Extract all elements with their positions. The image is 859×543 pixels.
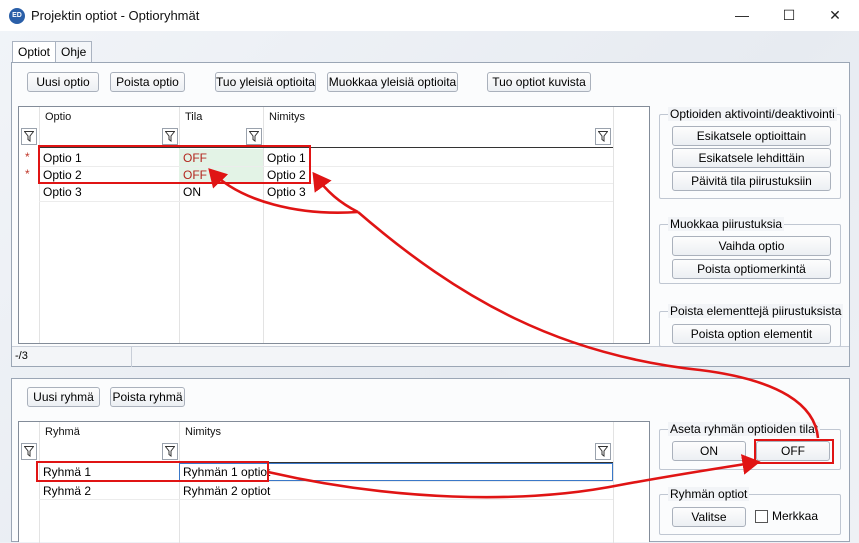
application-window: ED Projektin optiot - Optioryhmät — ☐ ✕ … (0, 0, 859, 543)
group-state-title: Aseta ryhmän optioiden tilat (668, 422, 821, 436)
delete-option-button[interactable]: Poista optio (110, 72, 185, 92)
edit-drawings-group-title: Muokkaa piirustuksia (668, 217, 785, 231)
options-grid: Optio Tila Nimitys * Optio 1 OFF Optio 1… (18, 106, 650, 344)
option-state-cell[interactable]: ON (183, 185, 201, 199)
modified-marker: * (25, 150, 30, 164)
annotation-highlight-group-row (36, 461, 269, 482)
title-bar: ED Projektin optiot - Optioryhmät — ☐ ✕ (0, 0, 859, 31)
filter-icon[interactable] (21, 128, 37, 145)
remove-option-elements-button[interactable]: Poista option elementit (672, 324, 831, 344)
modified-marker: * (25, 167, 30, 181)
mark-checkbox-label: Merkkaa (772, 509, 819, 523)
app-icon: ED (9, 8, 25, 24)
close-button[interactable]: ✕ (812, 0, 858, 31)
remove-elements-group-title: Poista elementtejä piirustuksista (668, 304, 844, 318)
import-common-options-button[interactable]: Tuo yleisiä optioita (215, 72, 316, 92)
minimize-button[interactable]: — (719, 0, 765, 31)
preview-by-option-button[interactable]: Esikatsele optioittain (672, 126, 831, 146)
delete-group-button[interactable]: Poista ryhmä (110, 387, 185, 407)
filter-icon[interactable] (595, 443, 611, 460)
filter-icon[interactable] (21, 443, 37, 460)
column-header-ryhma[interactable]: Ryhmä (45, 426, 80, 438)
update-state-to-drawings-button[interactable]: Päivitä tila piirustuksiin (672, 171, 831, 191)
group-name-cell[interactable]: Ryhmä 2 (43, 484, 91, 498)
window-title: Projektin optiot - Optioryhmät (31, 8, 200, 23)
mark-checkbox[interactable] (755, 510, 768, 523)
record-counter: -/3 (15, 350, 28, 362)
annotation-highlight-off-button (754, 439, 834, 464)
new-group-button[interactable]: Uusi ryhmä (27, 387, 100, 407)
filter-icon[interactable] (595, 128, 611, 145)
option-title-cell[interactable]: Optio 3 (267, 185, 306, 199)
options-status-bar: -/3 (12, 346, 849, 367)
tab-optiot[interactable]: Optiot (12, 41, 57, 63)
filter-icon[interactable] (246, 128, 262, 145)
annotation-highlight-options (38, 145, 311, 184)
group-on-button[interactable]: ON (672, 441, 746, 461)
new-option-button[interactable]: Uusi optio (27, 72, 99, 92)
preview-by-sheet-button[interactable]: Esikatsele lehdittäin (672, 148, 831, 168)
option-name-cell[interactable]: Optio 3 (43, 185, 82, 199)
remove-option-marking-button[interactable]: Poista optiomerkintä (672, 259, 831, 279)
column-header-nimitys[interactable]: Nimitys (185, 426, 221, 438)
filter-icon[interactable] (162, 443, 178, 460)
tab-ohje[interactable]: Ohje (55, 41, 93, 62)
column-header-tila[interactable]: Tila (185, 111, 202, 123)
edit-common-options-button[interactable]: Muokkaa yleisiä optioita (327, 72, 458, 92)
activation-group-title: Optioiden aktivointi/deaktivointi (668, 107, 837, 121)
filter-icon[interactable] (162, 128, 178, 145)
import-options-from-images-button[interactable]: Tuo optiot kuvista (487, 72, 591, 92)
select-group-options-button[interactable]: Valitse (672, 507, 746, 527)
group-title-cell[interactable]: Ryhmän 2 optiot (183, 484, 270, 498)
column-header-nimitys[interactable]: Nimitys (269, 111, 305, 123)
maximize-button[interactable]: ☐ (766, 0, 812, 31)
change-option-button[interactable]: Vaihda optio (672, 236, 831, 256)
column-header-optio[interactable]: Optio (45, 111, 71, 123)
group-options-title: Ryhmän optiot (668, 487, 750, 501)
